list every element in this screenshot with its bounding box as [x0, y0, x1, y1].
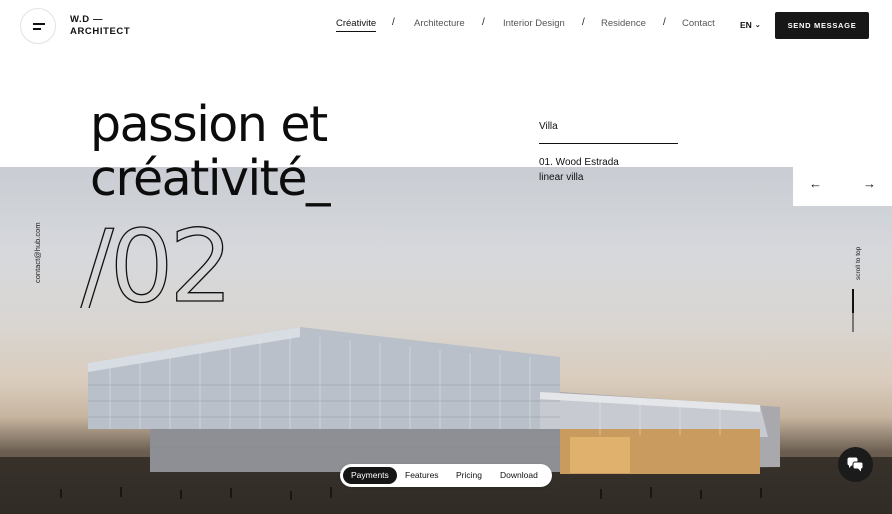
tab-pricing[interactable]: Pricing	[456, 467, 482, 484]
brand-logo[interactable]: W.D — ARCHITECT	[70, 14, 130, 38]
project-category: Villa	[539, 121, 558, 132]
nav-separator: /	[392, 17, 395, 28]
nav-item-architecture[interactable]: Architecture	[414, 18, 465, 29]
contact-email[interactable]: contact@hub.com	[33, 203, 42, 283]
headline-line-2: créativité_	[90, 150, 330, 207]
hero-headline: passion et créativité_	[90, 96, 330, 207]
arrow-right-icon[interactable]: →	[863, 176, 876, 191]
nav-item-residence[interactable]: Residence	[601, 18, 646, 29]
headline-line-1: passion et	[90, 96, 328, 153]
arrow-left-icon[interactable]: ←	[809, 176, 822, 191]
divider	[539, 143, 678, 144]
slide-number: /02	[79, 207, 233, 308]
tab-download[interactable]: Download	[500, 467, 538, 484]
nav-item-creativite[interactable]: Créativite	[336, 18, 377, 32]
chat-icon	[847, 457, 864, 472]
chevron-down-icon: ⌄	[754, 22, 761, 29]
project-name-line-1: 01. Wood Estrada	[539, 157, 619, 168]
scroll-to-top[interactable]: scroll to top	[855, 247, 862, 280]
scroll-progress	[852, 289, 854, 332]
tab-payments[interactable]: Payments	[343, 467, 397, 484]
project-name-line-2: linear villa	[539, 172, 584, 183]
nav-separator: /	[582, 17, 585, 28]
project-name[interactable]: 01. Wood Estrada linear villa	[539, 155, 619, 185]
tab-features[interactable]: Features	[405, 467, 439, 484]
brand-line-2: ARCHITECT	[70, 26, 131, 37]
site-header: W.D — ARCHITECT Créativite / Architectur…	[0, 0, 892, 50]
menu-button[interactable]	[20, 8, 56, 44]
slider-arrows: ← →	[793, 167, 892, 206]
bottom-tabs: Payments Features Pricing Download	[340, 464, 552, 487]
language-selector[interactable]: EN ⌄	[740, 20, 761, 30]
brand-line-1: W.D —	[70, 14, 104, 25]
language-label: EN	[740, 20, 752, 30]
send-message-button[interactable]: SEND MESSAGE	[775, 12, 869, 39]
slide-number-text: /02	[80, 208, 229, 308]
chat-button[interactable]	[838, 447, 873, 482]
nav-separator: /	[482, 17, 485, 28]
contact-email-text: contact@hub.com	[33, 222, 42, 283]
nav-separator: /	[663, 17, 666, 28]
nav-item-contact[interactable]: Contact	[682, 18, 715, 29]
nav-item-interior-design[interactable]: Interior Design	[503, 18, 565, 29]
